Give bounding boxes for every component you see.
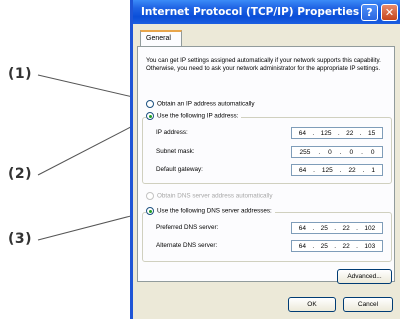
ip-octet: 103: [364, 242, 376, 250]
use-ip-manual-option[interactable]: Use the following IP address:: [146, 112, 242, 122]
callout-3: (3): [8, 231, 33, 247]
ip-octet: 15: [368, 129, 376, 137]
tab-general[interactable]: General: [140, 30, 182, 47]
ip-octet: 1: [371, 166, 375, 174]
dialog-title-bar[interactable]: Internet Protocol (TCP/IP) Properties: [133, 0, 400, 24]
close-button[interactable]: ✕: [381, 4, 398, 21]
preferred-dns-label: Preferred DNS server:: [156, 224, 219, 231]
ip-octet: 0: [370, 148, 375, 156]
use-dns-manual-option[interactable]: Use the following DNS server addresses:: [146, 207, 275, 217]
ip-octet: 102: [364, 224, 376, 232]
ip-octet: 22: [346, 129, 354, 137]
ip-octet: 22: [342, 242, 350, 250]
ip-octet: 64: [298, 166, 307, 174]
ip-octet: 25: [320, 242, 328, 250]
dns-server-group: [142, 212, 392, 262]
obtain-ip-auto-label: Obtain an IP address automatically: [157, 100, 255, 108]
description-text: You can get IP settings assigned automat…: [146, 57, 381, 72]
ip-octet: 22: [342, 224, 350, 232]
close-icon: ✕: [384, 6, 395, 19]
obtain-dns-auto-option[interactable]: Obtain DNS server address automatically: [146, 192, 273, 202]
ip-octet: 255: [299, 148, 311, 156]
advanced-button[interactable]: Advanced...: [337, 269, 392, 284]
ip-octet: 125: [320, 129, 332, 137]
use-dns-manual-label: Use the following DNS server addresses:: [157, 207, 272, 215]
ip-address-label: IP address:: [156, 129, 188, 136]
callout-1: (1): [8, 66, 33, 82]
general-panel: You can get IP settings assigned automat…: [137, 46, 395, 284]
use-ip-manual-radio[interactable]: [146, 112, 154, 120]
help-button[interactable]: ?: [361, 4, 378, 21]
default-gateway-label: Default gateway:: [156, 166, 203, 173]
ip-octet: 64: [298, 224, 306, 232]
help-icon: ?: [366, 6, 373, 19]
subnet-mask-field[interactable]: 255. 0. 0. 0: [291, 146, 383, 158]
obtain-ip-auto-option[interactable]: Obtain an IP address automatically: [146, 100, 255, 110]
ip-octet: 22: [348, 166, 356, 174]
dialog-title: Internet Protocol (TCP/IP) Properties: [141, 6, 360, 18]
ok-button[interactable]: OK: [288, 297, 336, 312]
cancel-button[interactable]: Cancel: [343, 297, 393, 312]
ip-address-field[interactable]: 64. 125. 22. 15: [291, 127, 383, 139]
tcpip-properties-dialog: Internet Protocol (TCP/IP) Properties ? …: [130, 0, 400, 319]
default-gateway-field[interactable]: 64. 125. 22. 1: [291, 164, 383, 176]
ip-octet: 125: [321, 166, 333, 174]
ip-octet: 64: [298, 242, 306, 250]
alternate-dns-field[interactable]: 64. 25. 22. 103: [291, 240, 383, 252]
obtain-dns-auto-radio[interactable]: [146, 192, 154, 200]
ip-octet: 0: [328, 148, 332, 156]
obtain-dns-auto-label: Obtain DNS server address automatically: [157, 192, 273, 200]
alternate-dns-label: Alternate DNS server:: [156, 242, 218, 249]
use-ip-manual-label: Use the following IP address:: [157, 112, 239, 120]
ip-octet: 25: [320, 224, 328, 232]
ip-octet: 64: [298, 129, 306, 137]
obtain-ip-auto-radio[interactable]: [146, 100, 154, 108]
preferred-dns-field[interactable]: 64. 25. 22. 102: [291, 222, 383, 234]
ip-octet: 0: [349, 148, 354, 156]
use-dns-manual-radio[interactable]: [146, 207, 154, 215]
subnet-mask-label: Subnet mask:: [156, 148, 195, 155]
callout-2: (2): [8, 166, 33, 182]
